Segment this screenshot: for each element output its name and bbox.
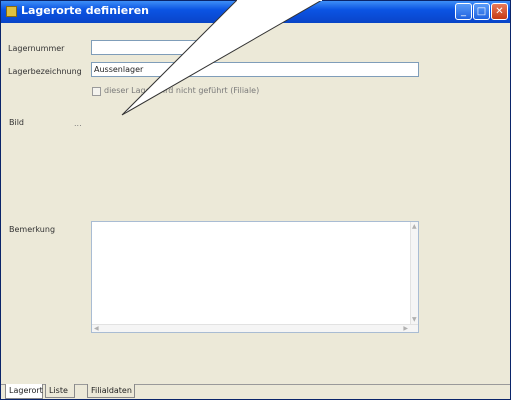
callout-tail — [121, 0, 324, 116]
